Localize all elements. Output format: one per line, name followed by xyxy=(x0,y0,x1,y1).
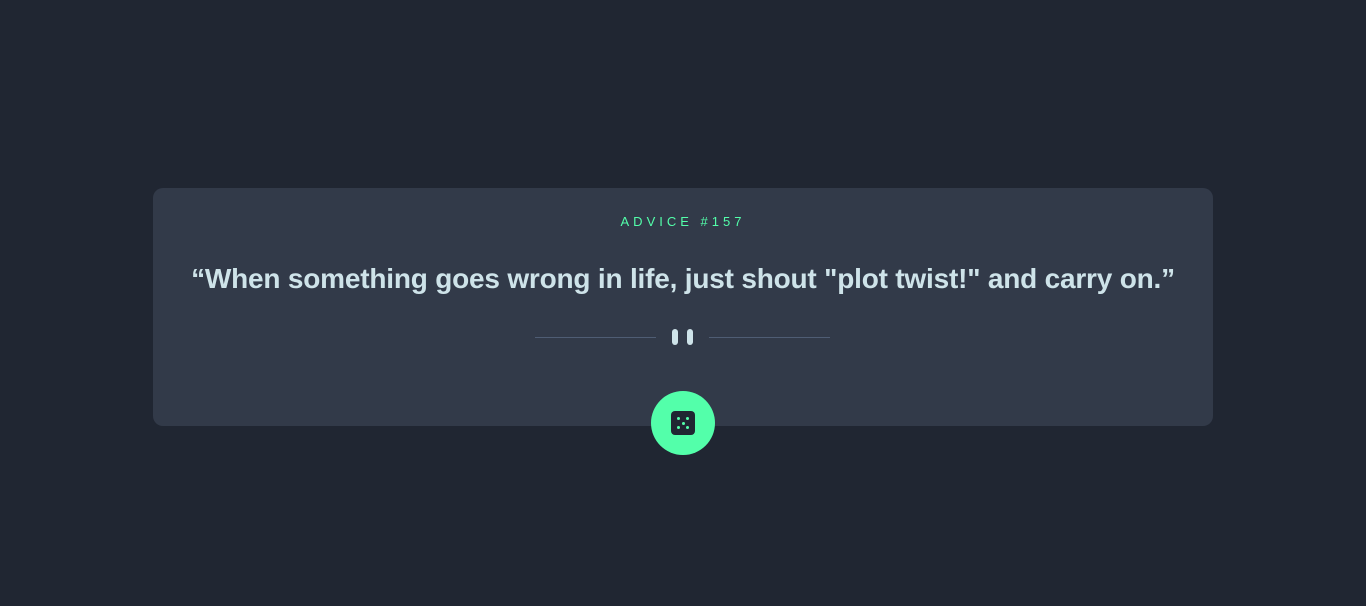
pause-bar-right xyxy=(687,329,693,345)
advice-id-label: ADVICE #157 xyxy=(153,214,1213,229)
divider-line-left xyxy=(535,337,656,338)
pause-bar-left xyxy=(672,329,678,345)
dice-dot xyxy=(677,426,680,429)
advice-quote: “When something goes wrong in life, just… xyxy=(191,263,1175,294)
new-advice-button[interactable] xyxy=(651,391,715,455)
advice-number: 157 xyxy=(711,214,746,229)
dice-icon xyxy=(671,411,695,435)
dice-dot xyxy=(686,417,689,420)
divider-line-right xyxy=(709,337,830,338)
dice-dot xyxy=(677,417,680,420)
dice-dot xyxy=(681,421,685,425)
pattern-divider xyxy=(535,328,830,346)
pause-icon xyxy=(672,329,693,345)
advice-label-prefix: ADVICE # xyxy=(620,214,712,229)
dice-dot xyxy=(686,426,689,429)
